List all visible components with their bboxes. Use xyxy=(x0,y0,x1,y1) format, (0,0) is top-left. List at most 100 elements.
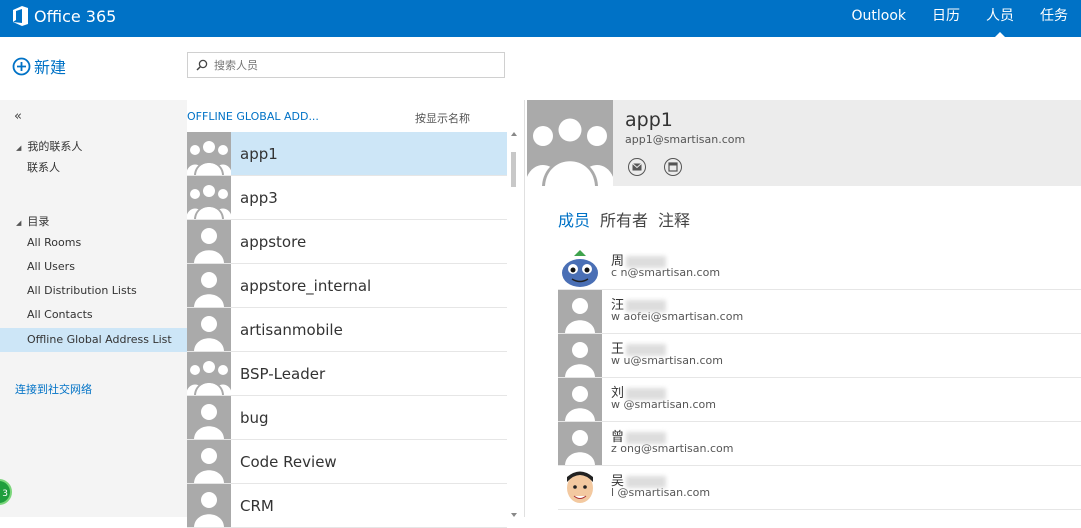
mail-icon xyxy=(632,163,642,171)
person-icon xyxy=(194,448,224,483)
contact-list-item[interactable]: bug xyxy=(187,396,507,440)
sidebar-item-all-rooms[interactable]: All Rooms xyxy=(0,231,187,255)
member-name: 王 xyxy=(611,338,723,357)
scroll-down-arrow-icon[interactable] xyxy=(511,513,517,517)
tab-notes[interactable]: 注释 xyxy=(658,207,690,231)
search-box[interactable] xyxy=(187,52,505,78)
search-input[interactable] xyxy=(212,57,496,73)
person-icon xyxy=(194,492,224,527)
group-people-icon xyxy=(187,139,231,175)
member-text: 吴l @smartisan.com xyxy=(611,466,710,499)
sidebar-item-all-contacts[interactable]: All Contacts xyxy=(0,303,187,327)
contact-list-item-name: artisanmobile xyxy=(240,320,343,339)
sidebar-item-all-users[interactable]: All Users xyxy=(0,255,187,279)
member-row[interactable]: 吴l @smartisan.com xyxy=(558,466,1081,510)
member-email: l @smartisan.com xyxy=(611,486,711,499)
group-people-icon xyxy=(187,359,231,395)
sidebar: « ◢ 我的联系人 联系人 ◢ 目录 All Rooms All Users All… xyxy=(0,100,187,517)
scroll-thumb[interactable] xyxy=(511,152,516,187)
face-avatar-icon xyxy=(558,466,602,509)
member-avatar xyxy=(558,334,602,377)
contact-list-item-name: appstore_internal xyxy=(240,276,372,295)
member-row[interactable]: 王w u@smartisan.com xyxy=(558,334,1081,378)
member-email: w u@smartisan.com xyxy=(611,354,723,367)
contact-list-item[interactable]: app1 xyxy=(187,132,507,176)
contact-list-item[interactable]: appstore_internal xyxy=(187,264,507,308)
redacted-text xyxy=(626,255,667,268)
contact-email[interactable]: app1@smartisan.com xyxy=(625,133,745,146)
person-icon xyxy=(194,228,224,263)
member-email: w aofei@smartisan.com xyxy=(611,310,744,323)
contact-list-item-name: bug xyxy=(240,408,269,427)
expand-triangle-icon: ◢ xyxy=(16,144,22,152)
contact-list-item[interactable]: Code Review xyxy=(187,440,507,484)
email-action-button[interactable] xyxy=(628,158,646,176)
office-logo-icon xyxy=(13,6,28,26)
person-icon xyxy=(194,272,224,307)
redacted-text xyxy=(626,299,667,312)
scroll-up-arrow-icon[interactable] xyxy=(511,132,517,136)
top-bar: Office 365 Outlook 日历 人员 任务 xyxy=(0,0,1081,37)
member-text: 曾z ong@smartisan.com xyxy=(611,422,733,455)
contact-avatar xyxy=(187,176,231,219)
contact-avatar xyxy=(187,132,231,175)
contact-avatar xyxy=(187,440,231,483)
contact-list-item[interactable]: BSP-Leader xyxy=(187,352,507,396)
redacted-text xyxy=(626,475,667,488)
person-icon xyxy=(565,342,595,377)
contact-list: app1 app3 appstore appstore_internalartisan… xyxy=(187,132,507,528)
monster-avatar-icon xyxy=(558,246,602,289)
member-name: 周 xyxy=(611,250,720,269)
pane-divider xyxy=(524,100,525,517)
redacted-text xyxy=(626,431,667,444)
nav-tasks[interactable]: 任务 xyxy=(1027,0,1081,37)
new-button[interactable]: 新建 xyxy=(12,54,66,78)
member-row[interactable]: 刘w @smartisan.com xyxy=(558,378,1081,422)
member-text: 刘w @smartisan.com xyxy=(611,378,716,411)
tab-owners[interactable]: 所有者 xyxy=(600,207,648,231)
contact-avatar xyxy=(187,264,231,307)
contact-list-item[interactable]: appstore xyxy=(187,220,507,264)
collapse-sidebar-icon[interactable]: « xyxy=(14,109,22,124)
member-row[interactable]: 曾z ong@smartisan.com xyxy=(558,422,1081,466)
sidebar-item-contacts[interactable]: 联系人 xyxy=(0,156,187,180)
member-avatar xyxy=(558,290,602,333)
member-list: 周c n@smartisan.com 汪 w aofei@smartisan.com… xyxy=(558,246,1081,510)
contact-avatar xyxy=(187,220,231,263)
my-contacts-header[interactable]: ◢ 我的联系人 xyxy=(16,138,82,154)
sidebar-item-all-distribution-lists[interactable]: All Distribution Lists xyxy=(0,279,187,303)
contact-avatar xyxy=(187,308,231,351)
contact-list-item[interactable]: artisanmobile xyxy=(187,308,507,352)
member-name: 曾 xyxy=(611,426,733,445)
connect-social-network-link[interactable]: 连接到社交网络 xyxy=(15,381,92,397)
member-name: 吴 xyxy=(611,470,710,489)
contact-list-item[interactable]: CRM xyxy=(187,484,507,528)
brand[interactable]: Office 365 xyxy=(12,6,116,26)
list-scrollbar[interactable] xyxy=(510,132,518,517)
contact-avatar xyxy=(187,396,231,439)
tab-members[interactable]: 成员 xyxy=(558,207,590,231)
person-icon xyxy=(194,316,224,351)
contact-list-item-name: app3 xyxy=(240,188,278,207)
member-email: z ong@smartisan.com xyxy=(611,442,734,455)
list-header[interactable]: OFFLINE GLOBAL ADD... xyxy=(187,110,319,123)
member-avatar xyxy=(558,246,602,289)
detail-tabs: 成员 所有者 注释 xyxy=(558,207,690,231)
nav-calendar[interactable]: 日历 xyxy=(919,0,973,37)
search-icon xyxy=(196,59,208,71)
member-text: 周c n@smartisan.com xyxy=(611,246,720,279)
directory-header[interactable]: ◢ 目录 xyxy=(16,213,49,229)
sidebar-item-offline-global-address-list[interactable]: Offline Global Address List xyxy=(0,328,187,352)
contact-list-item-name: app1 xyxy=(240,144,278,163)
sort-dropdown[interactable]: 按显示名称 xyxy=(415,110,470,126)
calendar-action-button[interactable] xyxy=(664,158,682,176)
redacted-text xyxy=(626,387,667,400)
nav-outlook[interactable]: Outlook xyxy=(838,0,919,37)
nav-people[interactable]: 人员 xyxy=(973,0,1027,37)
contact-list-item-name: CRM xyxy=(240,496,274,515)
contact-list-item[interactable]: app3 xyxy=(187,176,507,220)
app-title: Office 365 xyxy=(34,6,117,26)
member-row[interactable]: 周c n@smartisan.com xyxy=(558,246,1081,290)
member-row[interactable]: 汪w aofei@smartisan.com xyxy=(558,290,1081,334)
new-button-label: 新建 xyxy=(34,58,67,77)
